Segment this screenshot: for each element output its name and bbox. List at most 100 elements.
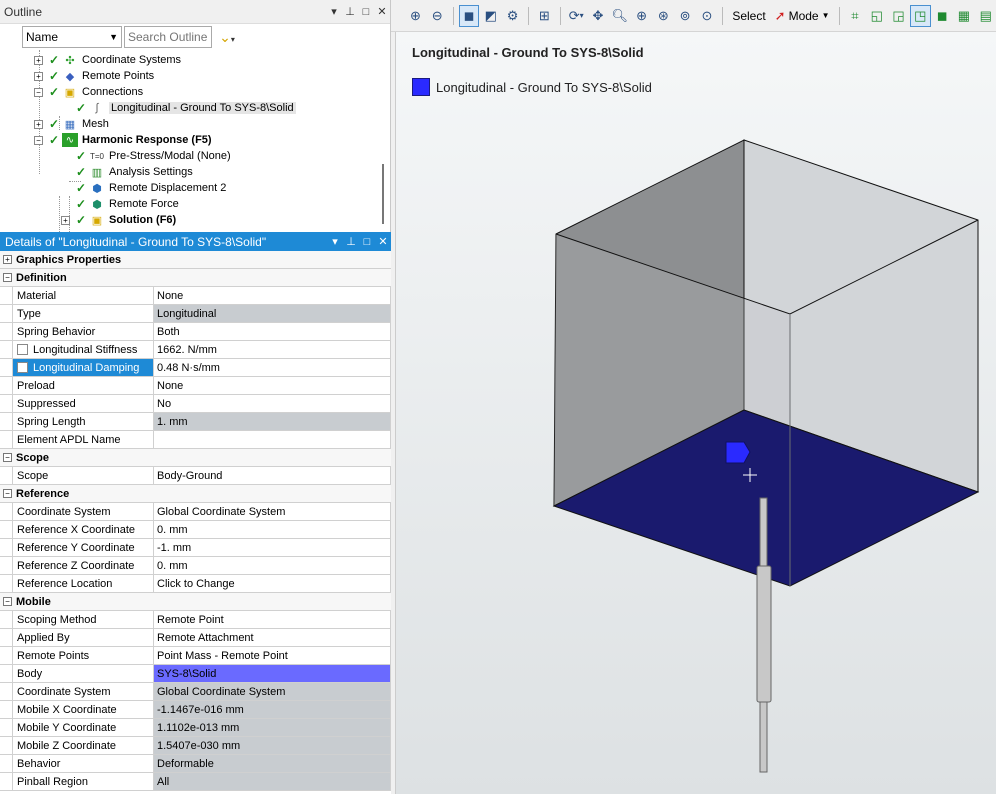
detail-value[interactable]: [154, 431, 391, 448]
detail-row-pinball-region[interactable]: Pinball Region All: [0, 773, 391, 791]
previous-view-icon[interactable]: ⊙: [697, 5, 718, 27]
detail-row-ref-location[interactable]: Reference Location Click to Change: [0, 575, 391, 593]
tree-item-analysis-settings[interactable]: ✓ ▥ Analysis Settings: [76, 164, 193, 180]
detail-row-behavior[interactable]: Behavior Deformable: [0, 755, 391, 773]
rotate-icon[interactable]: ⟳ ▾: [566, 5, 587, 27]
select-edge-icon[interactable]: ◱: [866, 5, 887, 27]
detail-value[interactable]: Remote Point: [154, 611, 391, 628]
detail-row-mobile-y[interactable]: Mobile Y Coordinate 1.1102e-013 mm: [0, 719, 391, 737]
detail-row-ref-z[interactable]: Reference Z Coordinate 0. mm: [0, 557, 391, 575]
detail-row-scope[interactable]: Scope Body-Ground: [0, 467, 391, 485]
detail-value[interactable]: Global Coordinate System: [154, 683, 391, 700]
expand-icon[interactable]: +: [34, 71, 43, 81]
detail-value[interactable]: Longitudinal: [154, 305, 391, 322]
tree-item-pre-stress[interactable]: ✓ T=0 Pre-Stress/Modal (None): [76, 148, 231, 164]
detail-row-element-apdl-name[interactable]: Element APDL Name: [0, 431, 391, 449]
select-node-icon[interactable]: ◼: [932, 5, 953, 27]
maximize-icon[interactable]: □: [358, 6, 374, 18]
pin-icon[interactable]: ⊥: [343, 235, 359, 248]
parameter-checkbox[interactable]: [17, 362, 28, 373]
select-element-face-icon[interactable]: ▤: [975, 5, 996, 27]
detail-value[interactable]: Both: [154, 323, 391, 340]
detail-value[interactable]: Deformable: [154, 755, 391, 772]
expand-icon[interactable]: +: [34, 119, 43, 129]
detail-value[interactable]: Click to Change: [154, 575, 391, 592]
select-vertex-icon[interactable]: ⌗: [845, 5, 866, 27]
tree-item-solution[interactable]: + ✓ ▣ Solution (F6): [61, 212, 176, 228]
collapse-icon[interactable]: −: [34, 135, 43, 145]
detail-row-mobile-z[interactable]: Mobile Z Coordinate 1.5407e-030 mm: [0, 737, 391, 755]
detail-value[interactable]: -1. mm: [154, 539, 391, 556]
pan-icon[interactable]: ✥: [588, 5, 609, 27]
collapse-icon[interactable]: −: [3, 597, 12, 606]
detail-value[interactable]: Point Mass - Remote Point: [154, 647, 391, 664]
tree-item-remote-points[interactable]: + ✓ ◆ Remote Points: [34, 68, 154, 84]
select-face-icon[interactable]: ◲: [888, 5, 909, 27]
collapse-icon[interactable]: −: [3, 489, 12, 498]
detail-row-material[interactable]: Material None: [0, 287, 391, 305]
tree-item-mesh[interactable]: + ✓ ▦ Mesh: [34, 116, 109, 132]
tree-item-remote-force[interactable]: ✓ ⬢ Remote Force: [76, 196, 179, 212]
detail-value[interactable]: 1662. N/mm: [154, 341, 391, 358]
section-reference[interactable]: − Reference: [0, 485, 391, 503]
expand-icon[interactable]: +: [34, 55, 43, 65]
detail-row-ref-x[interactable]: Reference X Coordinate 0. mm: [0, 521, 391, 539]
view-options-icon[interactable]: ⚙: [502, 5, 523, 27]
select-body-icon[interactable]: ◳: [909, 4, 931, 27]
detail-row-longitudinal-damping[interactable]: Longitudinal Damping 0.48 N·s/mm: [0, 359, 391, 377]
detail-value[interactable]: No: [154, 395, 391, 412]
detail-row-remote-points[interactable]: Remote Points Point Mass - Remote Point: [0, 647, 391, 665]
detail-value[interactable]: None: [154, 377, 391, 394]
detail-row-spring-length[interactable]: Spring Length 1. mm: [0, 413, 391, 431]
magnifier-icon[interactable]: ⊚: [675, 5, 696, 27]
zoom-to-fit-icon[interactable]: ⊛: [653, 5, 674, 27]
section-definition[interactable]: − Definition: [0, 269, 391, 287]
expand-icon[interactable]: +: [61, 215, 70, 225]
detail-value[interactable]: All: [154, 773, 391, 790]
detail-value[interactable]: 1. mm: [154, 413, 391, 430]
detail-row-type[interactable]: Type Longitudinal: [0, 305, 391, 323]
detail-value[interactable]: Body-Ground: [154, 467, 391, 484]
isometric-view-icon[interactable]: ◼: [458, 4, 480, 27]
pin-icon[interactable]: ⊥: [342, 5, 358, 18]
tree-item-coordinate-systems[interactable]: + ✓ ✣ Coordinate Systems: [34, 52, 181, 68]
detail-row-applied-by[interactable]: Applied By Remote Attachment: [0, 629, 391, 647]
detail-value[interactable]: None: [154, 287, 391, 304]
collapse-icon[interactable]: −: [3, 453, 12, 462]
detail-value[interactable]: Global Coordinate System: [154, 503, 391, 520]
tree-item-longitudinal-spring[interactable]: ✓ ∫ Longitudinal - Ground To SYS-8\Solid: [76, 100, 296, 116]
tree-item-harmonic-response[interactable]: − ✓ ∿ Harmonic Response (F5): [34, 132, 212, 148]
detail-value[interactable]: Remote Attachment: [154, 629, 391, 646]
maximize-icon[interactable]: □: [359, 236, 375, 248]
detail-row-ref-y[interactable]: Reference Y Coordinate -1. mm: [0, 539, 391, 557]
detail-value[interactable]: -1.1467e-016 mm: [154, 701, 391, 718]
zoom-icon[interactable]: 🔍︎: [609, 5, 630, 27]
parameter-checkbox[interactable]: [17, 344, 28, 355]
detail-value[interactable]: 0.48 N·s/mm: [154, 359, 391, 376]
graphics-viewport[interactable]: Longitudinal - Ground To SYS-8\Solid Lon…: [395, 32, 996, 794]
collapse-icon[interactable]: −: [34, 87, 43, 97]
section-scope[interactable]: − Scope: [0, 449, 391, 467]
outline-scrollbar[interactable]: [382, 164, 384, 224]
detail-row-body[interactable]: Body SYS-8\Solid: [0, 665, 391, 683]
section-graphics-properties[interactable]: + Graphics Properties: [0, 251, 391, 269]
select-button[interactable]: Select: [728, 9, 769, 23]
tree-item-remote-displacement[interactable]: ✓ ⬢ Remote Displacement 2: [76, 180, 226, 196]
detail-value[interactable]: SYS-8\Solid: [154, 665, 391, 682]
set-view-icon[interactable]: ◩: [480, 5, 501, 27]
zoom-out-icon[interactable]: ⊖: [427, 5, 448, 27]
detail-value[interactable]: 1.1102e-013 mm: [154, 719, 391, 736]
detail-row-preload[interactable]: Preload None: [0, 377, 391, 395]
detail-value[interactable]: 1.5407e-030 mm: [154, 737, 391, 754]
detail-row-suppressed[interactable]: Suppressed No: [0, 395, 391, 413]
mode-dropdown[interactable]: ➚ Mode ▼: [771, 8, 834, 24]
close-icon[interactable]: ✕: [375, 235, 391, 248]
select-element-icon[interactable]: ▦: [954, 5, 975, 27]
collapse-icon[interactable]: −: [3, 273, 12, 282]
pin-dropdown-icon[interactable]: ▾: [327, 235, 343, 248]
detail-row-mobile-x[interactable]: Mobile X Coordinate -1.1467e-016 mm: [0, 701, 391, 719]
zoom-in-icon[interactable]: ⊕: [405, 5, 426, 27]
detail-row-ref-coordinate-system[interactable]: Coordinate System Global Coordinate Syst…: [0, 503, 391, 521]
search-outline-input[interactable]: [124, 26, 212, 48]
close-icon[interactable]: ✕: [374, 5, 390, 18]
